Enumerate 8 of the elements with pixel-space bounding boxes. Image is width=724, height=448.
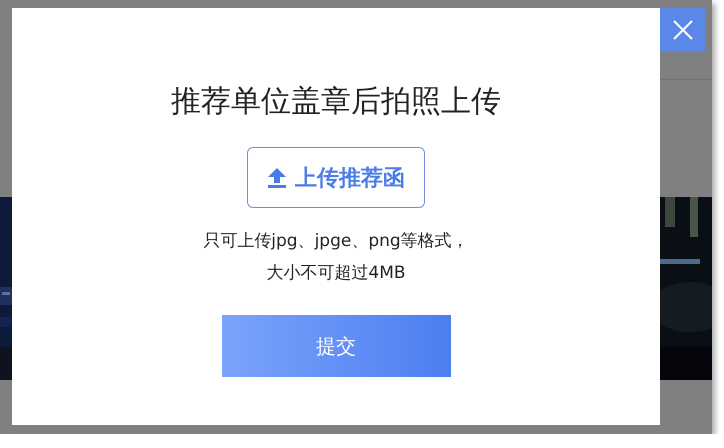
submit-button[interactable]: 提交	[222, 315, 450, 377]
close-button[interactable]	[660, 8, 705, 52]
upload-icon	[267, 166, 287, 188]
hint-text: 大小不可超过4MB	[266, 262, 406, 285]
dialog-title: 推荐单位盖章后拍照上传	[171, 83, 501, 121]
hint-text: 只可上传jpg、jpge、png等格式，	[203, 230, 469, 253]
upload-button[interactable]: 上传推荐函	[247, 147, 425, 208]
close-icon	[672, 20, 692, 40]
